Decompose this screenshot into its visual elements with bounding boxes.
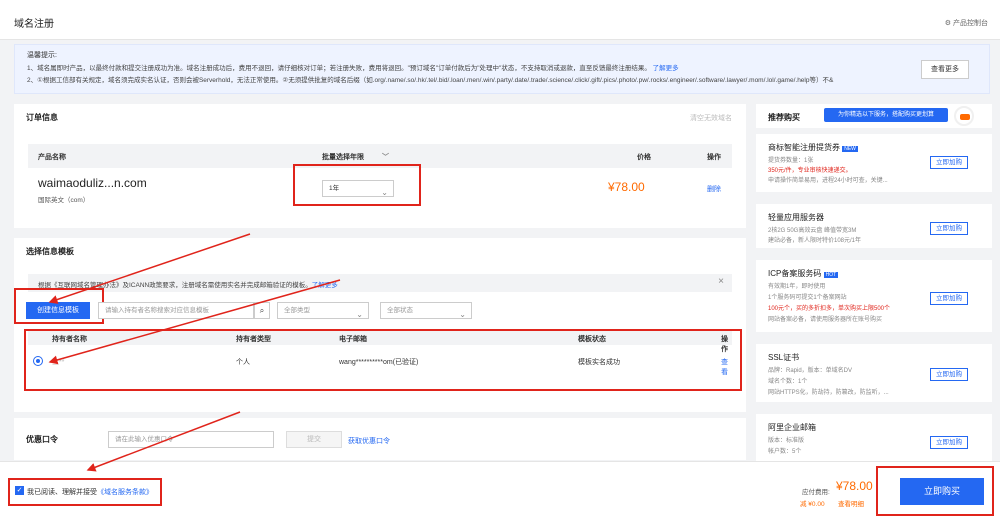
chevron-down-icon: ﹀ (381, 154, 389, 161)
holder-name: 三** (52, 359, 65, 366)
coupon-input[interactable]: 请在此输入优惠口令 (108, 431, 274, 448)
holder-search-input[interactable]: 请输入持有者名称搜索对应信息模板 (98, 302, 254, 319)
holder-email: wang**********om(已验证) (339, 359, 419, 366)
notice-line-1: 1、域名属即时产品，以最终付款和提交注册成功为准。域名注册成功后，费用不退回，请… (27, 65, 679, 72)
col-price: 价格 (637, 154, 651, 161)
close-icon[interactable]: × (718, 276, 724, 287)
add-email-button[interactable]: 立即加购 (930, 436, 968, 449)
view-more-button[interactable]: 查看更多 (921, 60, 969, 79)
template-title: 选择信息模板 (26, 247, 74, 256)
order-domain-type: 国际英文（com） (38, 197, 90, 204)
notice-learn-more[interactable]: 了解更多 (653, 65, 679, 72)
order-price: ¥78.00 (608, 180, 645, 194)
add-icp-button[interactable]: 立即加购 (930, 292, 968, 305)
add-ssl-button[interactable]: 立即加购 (930, 368, 968, 381)
settings-icon: ⚙ (944, 20, 952, 27)
status-select[interactable]: 全部状态 ⌄ (380, 302, 472, 319)
discount-amount: 减 ¥0.00 (800, 501, 825, 508)
add-server-button[interactable]: 立即加购 (930, 222, 968, 235)
pay-label: 应付费用: (802, 489, 830, 496)
agree-text: 我已阅读、理解并接受《域名服务条款》 (27, 489, 153, 496)
view-template-link[interactable]: 查看 (721, 357, 732, 377)
template-learn-more[interactable]: 了解更多 (312, 282, 338, 289)
col-op: 操作 (707, 154, 721, 161)
recommend-item-email: 阿里企业邮箱 版本：标准版 帐户数：5个 立即加购 (756, 414, 992, 461)
recommend-item-icp: ICP备案服务码 HOT 有效期1年，即时使用 1个服务码可提交1个备案网站 1… (756, 260, 992, 338)
recommend-title: 推荐购买 (768, 113, 800, 122)
mascot-icon (954, 106, 974, 126)
terms-link[interactable]: 《域名服务条款》 (97, 489, 153, 496)
recommend-banner: 为你精选以下服务，搭配购买更划算 (824, 108, 948, 122)
search-icon: ⌕ (259, 306, 265, 315)
get-coupon-link[interactable]: 获取优惠口令 (348, 436, 390, 446)
chevron-down-icon: ⌄ (381, 188, 388, 197)
template-row[interactable]: 三** 个人 wang**********om(已验证) 模板实名成功 查看 (28, 348, 732, 376)
delete-link[interactable]: 删除 (707, 184, 721, 194)
clear-invalid-link[interactable]: 清空无效域名 (690, 113, 732, 123)
chevron-down-icon: ⌄ (356, 310, 363, 319)
col-product: 产品名称 (38, 154, 66, 161)
recommend-item-ssl: SSL证书 品牌：Rapid，版本：单域名DV 域名个数：1个 网站HTTPS化… (756, 344, 992, 408)
checkout-bar: ✓ 我已阅读、理解并接受《域名服务条款》 应付费用: ¥78.00 减 ¥0.0… (0, 461, 1000, 521)
search-button[interactable]: ⌕ (254, 302, 270, 319)
top-bar: 域名注册 ⚙ 产品控制台 (0, 0, 1000, 40)
notice-line-2: 2、①根据工信部有关规定，域名须完成实名认证，否则会被Serverhold，无法… (27, 77, 834, 84)
col-email: 电子邮箱 (339, 336, 367, 343)
years-select[interactable]: 1年 ⌄ (322, 180, 394, 197)
recommend-item-trademark: 商标智能注册提货券 NEW 提货券数量：1张 350元/件，专业审核快速递交。 … (756, 134, 992, 198)
template-table-header: 持有者名称 持有者类型 电子邮箱 模板状态 操作 (28, 331, 732, 353)
notice-title: 温馨提示: (27, 52, 57, 59)
new-badge: NEW (842, 146, 858, 152)
recommend-item-server: 轻量应用服务器 2核2G 50G高效云盘 峰值带宽3M 建站必备，新人限时特价1… (756, 204, 992, 254)
chevron-down-icon: ⌄ (459, 310, 466, 319)
col-status: 模板状态 (578, 336, 606, 343)
hot-badge: HOT (823, 272, 839, 278)
add-trademark-button[interactable]: 立即加购 (930, 156, 968, 169)
page-title: 域名注册 (14, 19, 54, 30)
buy-now-button[interactable]: 立即购买 (900, 478, 984, 505)
template-status: 模板实名成功 (578, 359, 620, 366)
col-holder-type: 持有者类型 (236, 336, 271, 343)
pay-amount: ¥78.00 (836, 479, 873, 493)
col-holder: 持有者名称 (52, 336, 87, 343)
template-card: 选择信息模板 根据《互联网域名管理办法》及ICANN政策要求，注册域名需使用实名… (14, 238, 746, 412)
holder-type: 个人 (236, 359, 250, 366)
order-domain: waimaoduliz...n.com (38, 176, 147, 190)
template-radio[interactable] (33, 356, 43, 366)
recommend-header: 推荐购买 为你精选以下服务，搭配购买更划算 (756, 104, 992, 128)
agree-checkbox[interactable]: ✓ (15, 486, 24, 495)
order-title: 订单信息 (26, 113, 58, 122)
view-detail-link[interactable]: 查看明细 (838, 498, 864, 508)
col-years[interactable]: 批量选择年限 ﹀ (322, 152, 389, 162)
notice-panel: 温馨提示: 1、域名属即时产品，以最终付款和提交注册成功为准。域名注册成功后，费… (14, 44, 990, 94)
template-info-bar: 根据《互联网域名管理办法》及ICANN政策要求，注册域名需使用实名并完成邮箱验证… (28, 274, 732, 292)
console-link[interactable]: ⚙ 产品控制台 (945, 18, 988, 28)
coupon-submit-button[interactable]: 提交 (286, 431, 342, 448)
holder-type-select[interactable]: 全部类型 ⌄ (277, 302, 369, 319)
coupon-title: 优惠口令 (26, 435, 58, 444)
coupon-card: 优惠口令 请在此输入优惠口令 提交 获取优惠口令 (14, 418, 746, 460)
create-template-button[interactable]: 创建信息模板 (26, 302, 90, 319)
order-card: 订单信息 清空无效域名 产品名称 批量选择年限 ﹀ 价格 操作 waimaodu… (14, 104, 746, 228)
